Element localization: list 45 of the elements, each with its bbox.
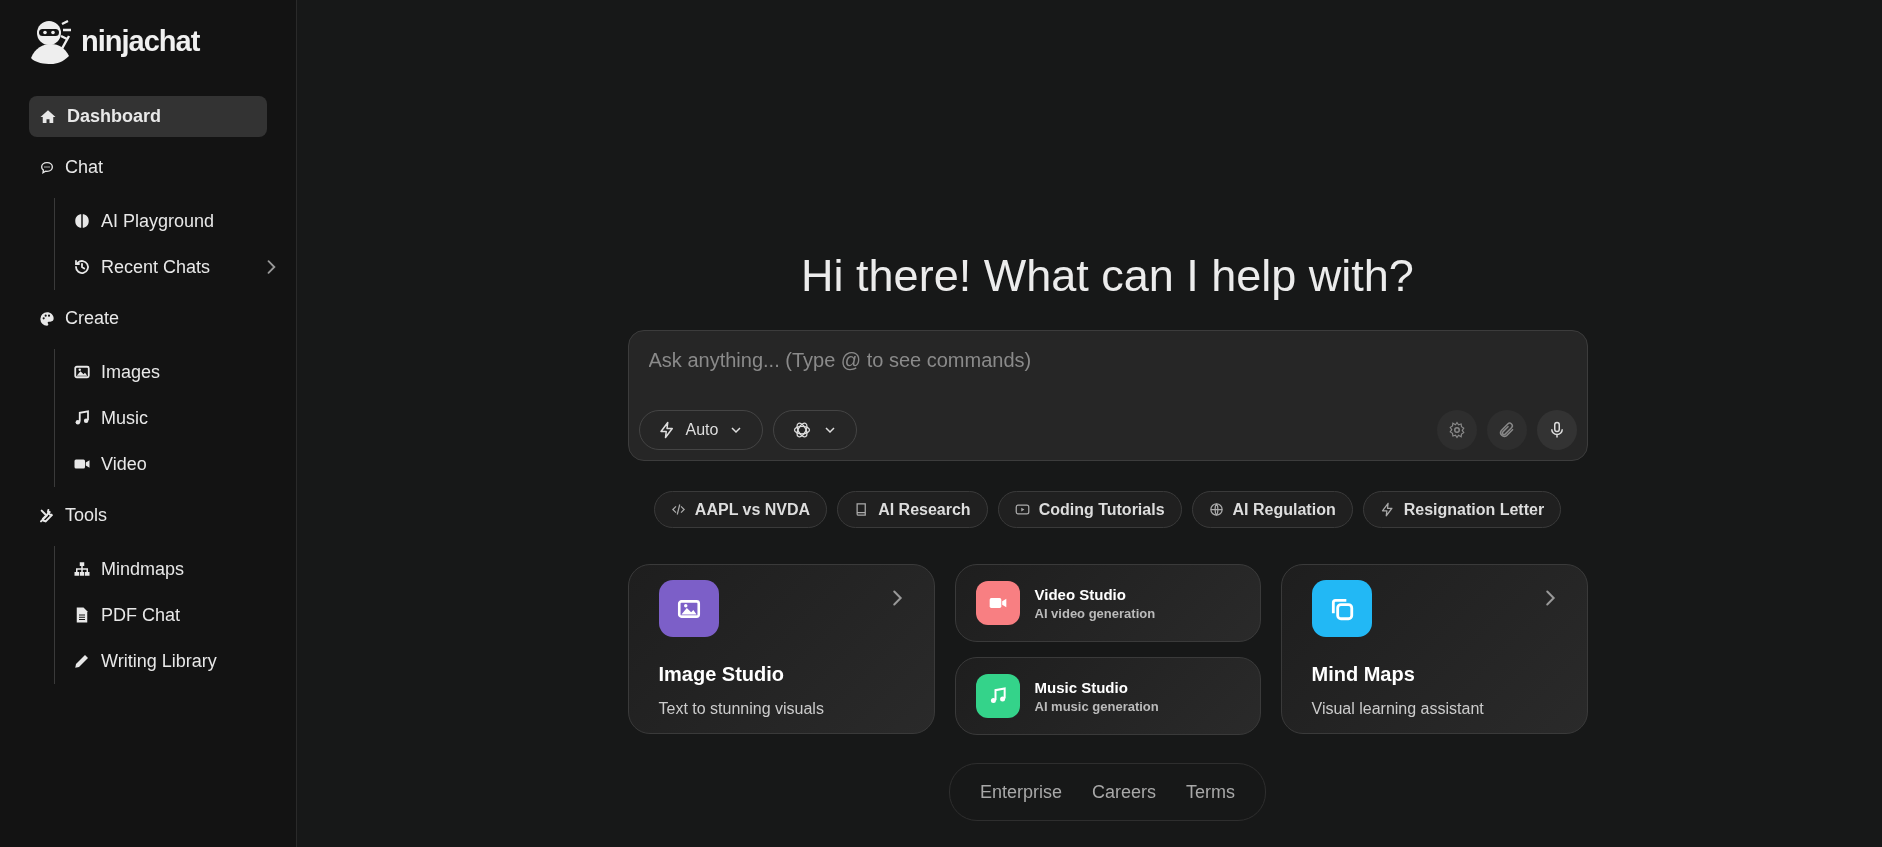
- code-icon: [670, 502, 686, 517]
- feature-card[interactable]: Video Studio AI video generation: [954, 564, 1261, 642]
- prompt-input[interactable]: Ask anything... (Type @ to see commands) Auto: [627, 330, 1588, 461]
- sitemap-icon: [73, 560, 91, 578]
- lightning-icon: [1379, 502, 1395, 517]
- nav-item[interactable]: Chat: [29, 147, 267, 188]
- music-note-icon: [73, 409, 91, 427]
- nav-item[interactable]: Mindmaps: [67, 546, 287, 592]
- nav-item[interactable]: Dashboard: [29, 96, 267, 137]
- lightning-icon: [657, 421, 676, 439]
- footer-link[interactable]: Terms: [1186, 781, 1236, 803]
- image-icon: [73, 363, 91, 381]
- attach-button[interactable]: [1486, 410, 1527, 450]
- feature-card[interactable]: Mind Maps Visual learning assistant: [1280, 564, 1588, 734]
- microphone-button[interactable]: [1536, 410, 1577, 450]
- play-icon: [1014, 502, 1030, 517]
- chat-bubble-icon: [39, 159, 55, 176]
- settings-icon: [1447, 421, 1466, 439]
- nav-item[interactable]: Video: [67, 441, 287, 487]
- suggestion-chip[interactable]: AAPL vs NVDA: [653, 491, 828, 528]
- greeting-heading: Hi there! What can I help with?: [801, 250, 1414, 302]
- nav-item[interactable]: Recent Chats: [67, 244, 287, 290]
- feature-card[interactable]: Music Studio AI music generation: [954, 657, 1261, 735]
- suggestion-chip[interactable]: Coding Tutorials: [997, 491, 1182, 528]
- suggestion-chip[interactable]: AI Regulation: [1191, 491, 1353, 528]
- globe-icon: [1208, 502, 1224, 517]
- palette-icon: [39, 310, 55, 327]
- nav-item[interactable]: Create: [29, 298, 267, 339]
- footer-link[interactable]: Enterprise: [979, 781, 1062, 803]
- settings-button[interactable]: [1436, 410, 1477, 450]
- nav-item[interactable]: AI Playground: [67, 198, 287, 244]
- nav-item[interactable]: Tools: [29, 495, 267, 536]
- footer-link[interactable]: Careers: [1092, 781, 1157, 803]
- pencil-icon: [73, 652, 91, 670]
- nav-item[interactable]: Writing Library: [67, 638, 287, 684]
- flower-knot-icon: [792, 420, 813, 440]
- paperclip-icon: [1497, 421, 1516, 439]
- nav-item[interactable]: Images: [67, 349, 287, 395]
- brand-name: ninjachat: [81, 24, 200, 58]
- nav-item[interactable]: PDF Chat: [67, 592, 287, 638]
- suggestion-chip[interactable]: Resignation Letter: [1362, 491, 1562, 528]
- feature-card[interactable]: Image Studio Text to stunning visuals: [627, 564, 935, 734]
- suggestion-chip[interactable]: AI Research: [837, 491, 988, 528]
- history-icon: [73, 258, 91, 276]
- nav-item[interactable]: Music: [67, 395, 287, 441]
